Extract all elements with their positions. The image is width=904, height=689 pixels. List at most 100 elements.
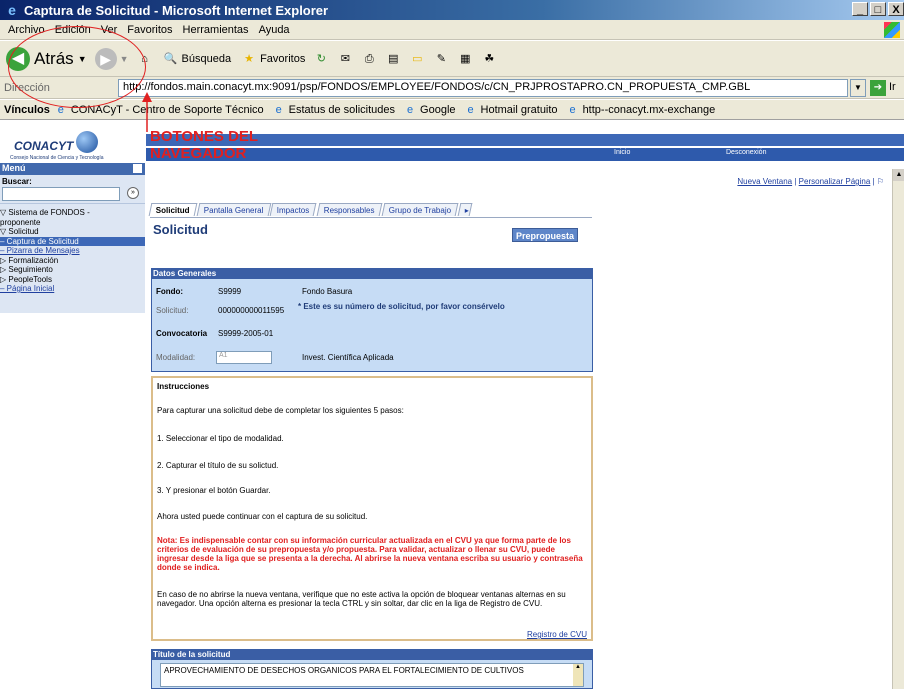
address-input[interactable]: http://fondos.main.conacyt.mx:9091/psp/F… [118,79,848,97]
textarea-scroll-icon[interactable]: ▲ [573,664,583,686]
tab-divider [150,217,592,218]
window-title-bar: e Captura de Solicitud - Microsoft Inter… [0,0,904,20]
tree-item-seguimiento[interactable]: ▷ Seguimiento [0,265,145,275]
conacyt-logo[interactable]: CONACYT Consejo Nacional de Ciencia y Te… [6,129,138,167]
tree-item-captura-solicitud[interactable]: – Captura de Solicitud [0,236,145,246]
tree-item-sistema-fondos[interactable]: ▽ Sistema de FONDOS - [0,208,145,218]
menu-ver[interactable]: Ver [101,24,118,36]
tree-item-formalizacion[interactable]: ▷ Formalización [0,256,145,266]
maximize-button[interactable]: □ [870,2,886,16]
link-google[interactable]: e Google [403,103,456,117]
go-label[interactable]: Ir [889,81,896,93]
ie-page-icon: e [275,103,282,116]
menu-bar: Archivo Edición Ver Favoritos Herramient… [0,20,904,40]
registro-cvu-link[interactable]: Registro de CVU [527,630,587,639]
titulo-panel: APROVECHAMIENTO DE DESECHOS ORGANICOS PA… [151,660,593,689]
home-icon[interactable]: ⌂ [137,51,153,67]
tab-grupo-trabajo[interactable]: Grupo de Trabajo [381,203,459,216]
link-label: CONACyT - Centro de Soporte Técnico [70,103,264,116]
tab-pantalla-general[interactable]: Pantalla General [196,203,271,216]
minimize-menu-icon[interactable] [133,164,142,173]
more-tabs-icon[interactable]: ▸ [457,203,473,216]
instrucciones-intro: Para capturar una solicitud debe de comp… [157,406,404,415]
history-icon[interactable]: ↻ [313,51,329,67]
modalidad-input[interactable]: A1 [216,351,272,364]
menu-favoritos[interactable]: Favoritos [127,24,172,36]
tab-impactos[interactable]: Impactos [269,203,318,216]
research-icon[interactable]: ▦ [457,51,473,67]
tab-responsables[interactable]: Responsables [316,203,382,216]
tab-bar: Solicitud Pantalla General Impactos Resp… [148,203,473,216]
back-dropdown-icon[interactable]: ▼ [78,54,87,64]
instrucciones-continue: Ahora usted puede continuar con el captu… [157,512,368,521]
tab-label: Pantalla General [203,206,264,215]
link-label: Estatus de solicitudes [288,103,396,116]
forward-button[interactable]: ▶ [94,47,117,70]
tree-item-pagina-inicial[interactable]: – Página Inicial [0,284,145,294]
go-icon[interactable]: ➔ [870,80,886,96]
annotation-label: BOTONES DEL NAVEGADOR [150,128,258,162]
ie-page-icon: e [467,103,474,116]
favorites-button[interactable]: ★ Favoritos [241,51,305,67]
menu-search-input[interactable] [2,187,120,201]
discuss-icon[interactable]: ☘ [481,51,497,67]
link-hotmail[interactable]: e Hotmail gratuito [464,103,558,117]
menu-ayuda[interactable]: Ayuda [259,24,290,36]
personalizar-pagina-link[interactable]: Personalizar Página [799,177,871,186]
folder-icon[interactable]: ▭ [409,51,425,67]
nueva-ventana-link[interactable]: Nueva Ventana [737,177,792,186]
solicitud-number: 000000000011595 [218,306,285,315]
prepropuesta-button[interactable]: Prepropuesta [512,228,578,242]
inicio-link[interactable]: Inicio [614,149,630,156]
desconexion-link[interactable]: Desconexión [726,149,766,156]
link-estatus[interactable]: e Estatus de solicitudes [272,103,395,117]
address-bar: Dirección http://fondos.main.conacyt.mx:… [0,77,904,99]
titulo-textarea[interactable]: APROVECHAMIENTO DE DESECHOS ORGANICOS PA… [160,663,584,687]
menu-tree: ▽ Sistema de FONDOS - proponente ▽ Solic… [0,203,145,313]
tab-solicitud[interactable]: Solicitud [148,203,198,216]
link-exchange[interactable]: e http--conacyt.mx-exchange [566,103,716,117]
tab-label: Solicitud [155,206,190,215]
menu-title: Menú [2,163,26,173]
instrucciones-title: Instrucciones [157,382,210,391]
tree-item-peopletools[interactable]: ▷ PeopleTools [0,275,145,285]
sidebar-menu: Menú Buscar: » ▽ Sistema de FONDOS - pro… [0,163,145,313]
menu-search-go-button[interactable]: » [127,187,139,199]
search-button[interactable]: 🔍 Búsqueda [163,51,231,67]
favorites-label: Favoritos [260,52,306,65]
scroll-up-icon[interactable]: ▲ [893,169,904,181]
ie-page-icon: e [569,103,576,116]
page-scrollbar[interactable]: ▲ [892,169,904,689]
globe-icon [76,131,98,153]
close-button[interactable]: X [888,2,904,16]
tree-item-solicitud[interactable]: ▽ Solicitud [0,227,145,237]
convocatoria-label: Convocatoria [156,329,208,338]
instrucciones-popup-note: En caso de no abrirse la nueva ventana, … [157,590,566,608]
menu-herramientas[interactable]: Herramientas [183,24,249,36]
datos-generales-header: Datos Generales [151,268,593,279]
ie-icon: e [8,2,16,18]
ie-page-icon: e [57,103,64,116]
link-label: Hotmail gratuito [480,103,558,116]
titulo-value: APROVECHAMIENTO DE DESECHOS ORGANICOS PA… [164,666,524,675]
titulo-header: Título de la solicitud [151,649,593,660]
address-dropdown-icon[interactable]: ▼ [850,79,866,97]
forward-dropdown-icon[interactable]: ▼ [120,54,129,64]
menu-edicion[interactable]: Edición [55,24,91,36]
link-label: http--conacyt.mx-exchange [582,103,716,116]
back-button[interactable]: ◀ Atrás ▼ [6,46,87,71]
ie-page-icon: e [406,103,414,116]
help-icon[interactable]: ⚐ [877,177,884,186]
menu-archivo[interactable]: Archivo [8,24,45,36]
print-icon[interactable]: ⎙ [361,51,377,67]
mail-icon[interactable]: ✉ [337,51,353,67]
modalidad-name: Invest. Científica Aplicada [302,353,394,362]
toolbar: ◀ Atrás ▼ ▶ ▼ ⌂ 🔍 Búsqueda ★ Favoritos ↻… [0,41,904,77]
messenger-icon[interactable]: ✎ [433,51,449,67]
edit-icon[interactable]: ▤ [385,51,401,67]
tree-item-pizarra-mensajes[interactable]: – Pizarra de Mensajes [0,246,145,256]
logo-text: CONACYT [14,139,74,153]
tree-item-proponente[interactable]: proponente [0,218,145,228]
link-conacyt-soporte[interactable]: e CONACyT - Centro de Soporte Técnico [54,103,264,117]
minimize-button[interactable]: _ [852,2,868,16]
